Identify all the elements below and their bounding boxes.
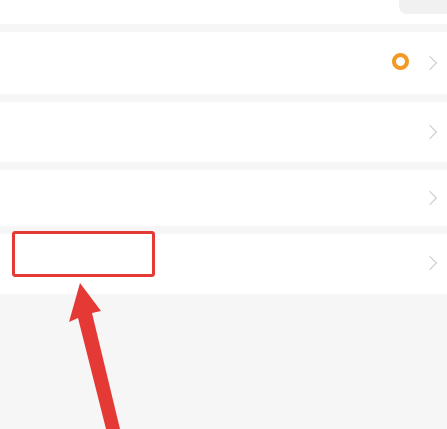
chevron-right-icon [422, 55, 438, 71]
settings-row-4[interactable] [0, 234, 447, 294]
settings-row-1[interactable] [0, 32, 447, 94]
status-dot-icon [392, 53, 409, 70]
top-partial-pill [399, 0, 447, 14]
section-divider [0, 294, 447, 302]
settings-row-1-value [392, 53, 413, 70]
chevron-right-icon [422, 255, 438, 271]
chevron-right-icon [422, 190, 438, 206]
section-divider [0, 162, 447, 170]
section-divider [0, 94, 447, 102]
top-partial-row[interactable] [0, 0, 447, 24]
settings-screen [0, 0, 447, 429]
section-divider [0, 24, 447, 32]
settings-row-2[interactable] [0, 102, 447, 162]
section-divider [0, 226, 447, 234]
chevron-right-icon [422, 124, 438, 140]
settings-row-3[interactable] [0, 170, 447, 226]
bottom-empty-area [0, 302, 447, 429]
